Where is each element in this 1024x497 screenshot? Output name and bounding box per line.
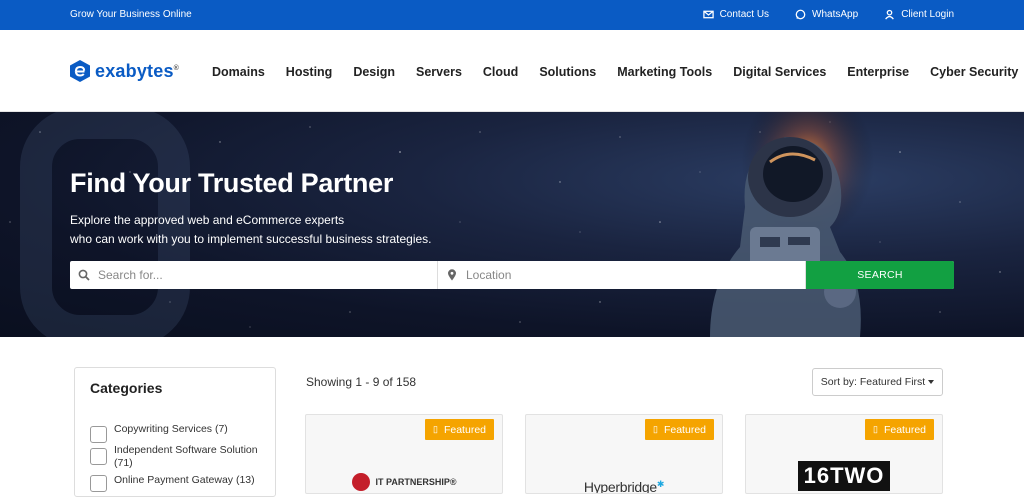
location-pin-icon [448, 269, 456, 281]
brand-registered: ® [173, 64, 180, 72]
category-label: Independent Software Solution (71) [114, 444, 258, 469]
nav-item-servers[interactable]: Servers [416, 65, 462, 79]
featured-badge: ▯ Featured [425, 419, 494, 440]
hero-subtitle: Explore the approved web and eCommerce e… [70, 211, 432, 249]
partner-logo: IT PARTNERSHIP® [306, 473, 502, 491]
sort-label: Sort by: Featured First [820, 376, 926, 388]
partner-logo-text: IT PARTNERSHIP® [375, 477, 457, 487]
top-links: Contact Us WhatsApp Client Login [677, 9, 954, 20]
location-input[interactable] [466, 268, 786, 282]
caret-down-icon [928, 380, 935, 384]
nav-item-enterprise[interactable]: Enterprise [847, 65, 909, 79]
client-login-label: Client Login [901, 9, 954, 20]
category-checkbox[interactable] [90, 448, 107, 465]
search-button[interactable]: SEARCH [806, 261, 954, 289]
featured-badge: ▯ Featured [645, 419, 714, 440]
partner-logo-text: Hyperbridge [583, 479, 657, 494]
nav-item-solutions[interactable]: Solutions [539, 65, 596, 79]
nav-item-cyber-security[interactable]: Cyber Security [930, 65, 1018, 79]
top-bar: Grow Your Business Online Contact Us Wha… [0, 0, 1024, 30]
category-checkbox[interactable] [90, 475, 107, 492]
tagline: Grow Your Business Online [70, 9, 192, 20]
hero-title: Find Your Trusted Partner [70, 168, 394, 198]
location-field [438, 261, 806, 289]
category-label: Online Payment Gateway (13) [114, 474, 255, 486]
category-item-copywriting[interactable]: Copywriting Services (7) [90, 423, 269, 443]
partner-card[interactable]: ▯ Featured 16TWO [745, 414, 943, 494]
featured-badge: ▯ Featured [865, 419, 934, 440]
user-icon [885, 9, 895, 20]
contact-us-link[interactable]: Contact Us [702, 9, 770, 20]
brand-text: exabytes [95, 60, 174, 81]
partner-logo: Hyperbridge✱ [526, 473, 722, 494]
sort-dropdown[interactable]: Sort by: Featured First [812, 368, 943, 396]
whatsapp-icon [795, 9, 806, 20]
astronaut-illustration [690, 112, 880, 337]
whatsapp-label: WhatsApp [812, 9, 859, 20]
category-checkbox[interactable] [90, 426, 107, 443]
whatsapp-link[interactable]: WhatsApp [795, 9, 858, 20]
featured-badge-label: Featured [663, 423, 706, 436]
nav-item-domains[interactable]: Domains [212, 65, 265, 79]
hero-subtitle-line-2: who can work with you to implement succe… [70, 232, 432, 246]
partner-logo-text: 16TWO [797, 461, 891, 491]
brand-name: exabytes® [95, 61, 179, 82]
nav-item-hosting[interactable]: Hosting [286, 65, 333, 79]
partner-card[interactable]: ▯ Featured Hyperbridge✱ [525, 414, 723, 494]
nav-item-cloud[interactable]: Cloud [483, 65, 518, 79]
main-nav: exabytes® Domains Hosting Design Servers… [0, 30, 1024, 112]
category-label: Copywriting Services (7) [114, 423, 228, 435]
star-icon: ▯ [433, 424, 438, 434]
client-login-link[interactable]: Client Login [884, 9, 954, 20]
featured-badge-label: Featured [883, 423, 926, 436]
hero-banner: Find Your Trusted Partner Explore the ap… [0, 112, 1024, 337]
nav-menu: Domains Hosting Design Servers Cloud Sol… [212, 65, 1018, 79]
it-partnership-logo-mark [351, 473, 370, 491]
nav-item-marketing-tools[interactable]: Marketing Tools [617, 65, 712, 79]
partner-logo: 16TWO [746, 461, 942, 491]
category-item-independent-software[interactable]: Independent Software Solution (71) [90, 444, 269, 470]
hero-subtitle-line-1: Explore the approved web and eCommerce e… [70, 213, 345, 227]
mail-icon [702, 10, 714, 19]
nav-item-design[interactable]: Design [353, 65, 395, 79]
categories-title: Categories [90, 380, 163, 396]
contact-us-label: Contact Us [719, 9, 770, 20]
search-bar: SEARCH [70, 261, 954, 289]
star-icon: ▯ [873, 424, 878, 434]
featured-badge-label: Featured [443, 423, 486, 436]
partner-card[interactable]: ▯ Featured IT PARTNERSHIP® [305, 414, 503, 494]
nav-item-digital-services[interactable]: Digital Services [733, 65, 826, 79]
search-input[interactable] [98, 268, 418, 282]
exabytes-hex-icon [70, 60, 90, 82]
exabytes-logo[interactable]: exabytes® [68, 59, 179, 83]
star-icon: ▯ [653, 424, 658, 434]
search-field [70, 261, 438, 289]
search-icon [78, 269, 90, 281]
results-count: Showing 1 - 9 of 158 [306, 375, 417, 389]
category-item-online-payment[interactable]: Online Payment Gateway (13) [90, 474, 269, 492]
categories-panel: Categories Copywriting Services (7) Inde… [74, 367, 276, 497]
